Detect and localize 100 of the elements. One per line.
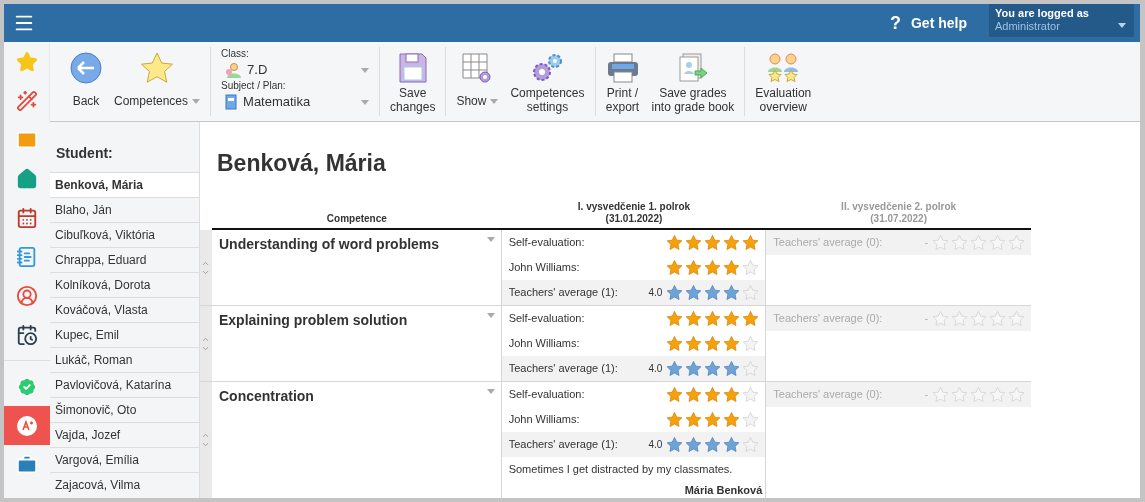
- field-label: Subject / Plan:: [221, 80, 287, 92]
- toolbar-button[interactable]: Print / export: [599, 47, 646, 116]
- house-icon: [16, 167, 38, 190]
- rating-value: 4.0: [648, 362, 663, 376]
- star-icon: [666, 284, 684, 301]
- rating-label: Teachers' average (0):: [773, 387, 884, 403]
- list-header: Student:: [55, 144, 114, 163]
- caret-icon: [361, 99, 370, 105]
- rating-value: -: [924, 312, 928, 326]
- star-icon: [666, 259, 684, 276]
- toolbar-button[interactable]: Back: [64, 47, 108, 116]
- star-icon: [1008, 310, 1025, 327]
- toolbar-button[interactable]: Save grades into grade book: [645, 47, 741, 116]
- user-menu[interactable]: You are logged as Administrator: [989, 4, 1134, 37]
- star-icon: [989, 234, 1006, 251]
- column-header: Competence: [325, 212, 388, 226]
- check-badge-icon: [16, 375, 38, 398]
- book-icon: [225, 94, 238, 110]
- rating-label: John Williams:: [508, 412, 581, 428]
- star-rating[interactable]: [666, 234, 760, 251]
- rating-label: Teachers' average (0):: [773, 235, 884, 251]
- star-icon: [704, 310, 722, 327]
- person-icon: [16, 284, 38, 307]
- star-icon: [140, 52, 174, 84]
- briefcase-icon: [16, 453, 38, 476]
- star-icon: [723, 259, 741, 276]
- rating-label: Self-evaluation:: [508, 311, 586, 327]
- calendar-icon: [16, 206, 38, 229]
- rating-value: -: [924, 388, 928, 402]
- star-icon: [742, 436, 760, 453]
- grade-icon: [16, 414, 38, 437]
- star-icon: [989, 386, 1006, 403]
- star-icon: [666, 335, 684, 352]
- gears-icon: [530, 52, 565, 84]
- star-icon: [723, 411, 741, 428]
- rating-label: Self-evaluation:: [508, 387, 586, 403]
- star-icon: [951, 234, 968, 251]
- rating-label: John Williams:: [508, 260, 581, 276]
- person-icon: [225, 62, 242, 78]
- caret-icon: [486, 237, 495, 242]
- star-icon: [723, 335, 741, 352]
- star-icon: [685, 335, 703, 352]
- star-rating[interactable]: [666, 284, 760, 301]
- star-rating[interactable]: [932, 386, 1025, 403]
- star-rating[interactable]: [666, 411, 760, 428]
- page-title: Benková, Mária: [216, 149, 387, 178]
- star-icon: [723, 284, 741, 301]
- star-icon: [666, 310, 684, 327]
- star-icon: [742, 310, 760, 327]
- star-rating[interactable]: [666, 436, 760, 453]
- star-icon: [704, 386, 722, 403]
- star-icon: [666, 436, 684, 453]
- star-icon: [704, 360, 722, 377]
- star-icon: [951, 386, 968, 403]
- competence-name: Concentration: [219, 387, 314, 406]
- star-icon: [970, 310, 987, 327]
- star-icon: [685, 411, 703, 428]
- rating-label: Self-evaluation:: [508, 235, 586, 251]
- star-rating[interactable]: [932, 310, 1025, 327]
- dropdown-field[interactable]: 7.D: [221, 60, 370, 80]
- star-icon: [742, 411, 760, 428]
- star-icon: [685, 386, 703, 403]
- toolbar-button[interactable]: Competences: [108, 47, 207, 116]
- collapse-icon[interactable]: [201, 431, 211, 440]
- star-rating[interactable]: [666, 259, 760, 276]
- toolbar-button[interactable]: Competences settings: [504, 47, 591, 116]
- printer-icon: [605, 52, 640, 84]
- star-icon: [704, 284, 722, 301]
- star-rating[interactable]: [666, 386, 760, 403]
- competence-name: Explaining problem solution: [219, 311, 408, 330]
- star-rating[interactable]: [932, 234, 1025, 251]
- star-icon: [685, 360, 703, 377]
- star-icon: [1008, 234, 1025, 251]
- document-arrow-icon: [676, 52, 709, 84]
- notebook-icon: [16, 245, 38, 268]
- toolbar-button[interactable]: Save changes: [384, 47, 442, 116]
- caret-icon: [361, 67, 370, 73]
- star-icon: [951, 310, 968, 327]
- star-rating[interactable]: [666, 335, 760, 352]
- rating-value: -: [924, 236, 928, 250]
- rating-label: John Williams:: [508, 336, 581, 352]
- help-button[interactable]: ? Get help: [890, 9, 967, 37]
- star-rating[interactable]: [666, 310, 760, 327]
- star-icon: [742, 386, 760, 403]
- expand-icon[interactable]: [201, 440, 211, 449]
- star-icon: [666, 411, 684, 428]
- toolbar-button[interactable]: Evaluation overview: [749, 47, 818, 116]
- star-rating[interactable]: [666, 360, 760, 377]
- student-item[interactable]: Benková, Mária: [50, 172, 199, 197]
- toolbar-button[interactable]: Show: [450, 47, 505, 116]
- star-icon: [723, 310, 741, 327]
- star-icon: [704, 335, 722, 352]
- comment-author: Mária Benková: [684, 482, 764, 498]
- star-icon: [16, 50, 38, 73]
- dropdown-field[interactable]: Matematika: [221, 92, 370, 112]
- competence-name: Understanding of word problems: [219, 235, 440, 254]
- caret-icon: [486, 389, 495, 394]
- calendar-clock-icon: [16, 323, 38, 346]
- rating-label: Teachers' average (0):: [773, 311, 884, 327]
- rating-label: Teachers' average (1):: [508, 285, 619, 301]
